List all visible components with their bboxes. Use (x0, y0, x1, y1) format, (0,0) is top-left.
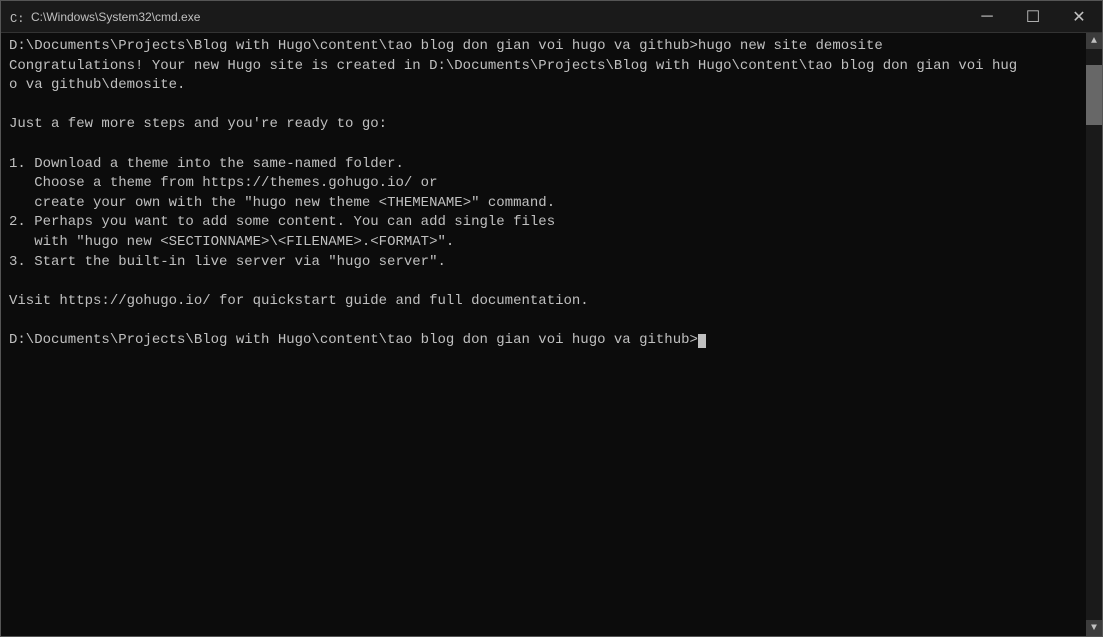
content-area: D:\Documents\Projects\Blog with Hugo\con… (1, 33, 1102, 636)
minimize-button[interactable]: ─ (964, 1, 1010, 33)
window-controls: ─ ☐ ✕ (964, 1, 1102, 33)
window-title: C:\Windows\System32\cmd.exe (31, 10, 200, 24)
restore-button[interactable]: ☐ (1010, 1, 1056, 33)
scroll-down-arrow[interactable]: ▼ (1086, 620, 1102, 636)
scrollbar[interactable]: ▲ ▼ (1086, 33, 1102, 636)
terminal-cursor (698, 334, 706, 348)
cmd-window: C:\ C:\Windows\System32\cmd.exe ─ ☐ ✕ D:… (0, 0, 1103, 637)
scroll-up-arrow[interactable]: ▲ (1086, 33, 1102, 49)
terminal-text: D:\Documents\Projects\Blog with Hugo\con… (9, 37, 1078, 351)
svg-text:C:\: C:\ (10, 12, 25, 25)
titlebar: C:\ C:\Windows\System32\cmd.exe ─ ☐ ✕ (1, 1, 1102, 33)
titlebar-left: C:\ C:\Windows\System32\cmd.exe (9, 9, 200, 25)
cmd-icon: C:\ (9, 9, 25, 25)
scroll-thumb[interactable] (1086, 65, 1102, 125)
close-button[interactable]: ✕ (1056, 1, 1102, 33)
terminal-output[interactable]: D:\Documents\Projects\Blog with Hugo\con… (1, 33, 1086, 636)
